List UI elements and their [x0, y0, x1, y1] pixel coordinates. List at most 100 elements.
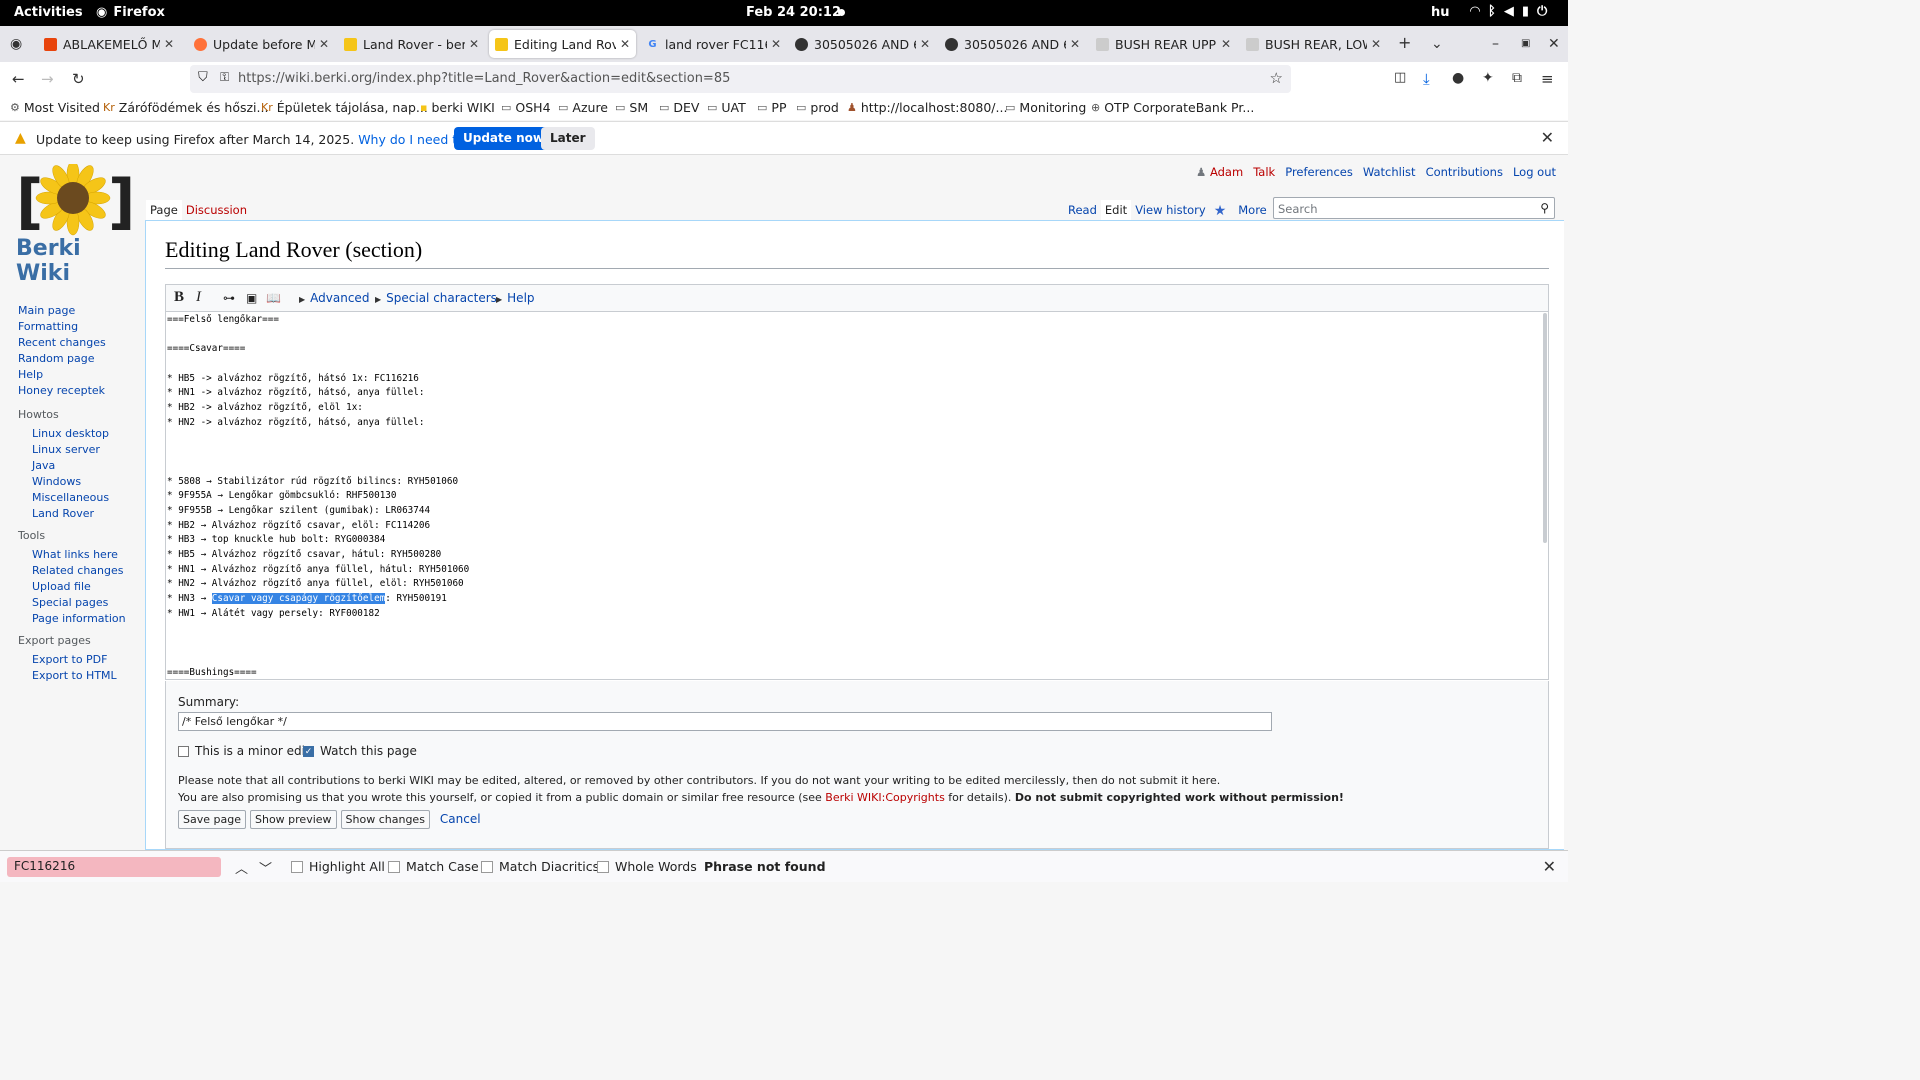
checkbox-unchecked[interactable] — [597, 860, 609, 873]
sidebar-item-special-pages[interactable]: Special pages — [18, 595, 126, 611]
match-diacritics-checkbox[interactable]: Match Diacritics — [481, 859, 599, 874]
pocket-icon[interactable]: ◫ — [1394, 70, 1406, 85]
wikitext-line[interactable] — [167, 636, 1547, 651]
account-icon[interactable]: ● — [1452, 70, 1464, 86]
wikitext-line[interactable] — [167, 357, 1547, 372]
close-tab-icon[interactable]: ✕ — [164, 37, 174, 51]
find-previous-icon[interactable]: ︿ — [235, 858, 248, 877]
sidebar-item-related-changes[interactable]: Related changes — [18, 563, 126, 579]
bookmark-folder[interactable]: ▭ Monitoring — [1005, 100, 1086, 115]
wikitext-line[interactable]: * HN2 -> alvázhoz rögzítő, hátsó, anya f… — [167, 416, 1547, 431]
sidebar-item-page-information[interactable]: Page information — [18, 611, 126, 627]
watch-star-icon[interactable]: ★ — [1210, 200, 1231, 222]
new-tab-icon[interactable]: + — [1398, 33, 1411, 52]
bookmark-folder[interactable]: ▭ Azure — [558, 100, 608, 115]
wikitext-line[interactable]: * 5808 → Stabilizátor rúd rögzítő bilinc… — [167, 475, 1547, 490]
shield-icon[interactable]: ⛉ — [198, 70, 208, 85]
wikitext-line[interactable]: * HB2 → Alvázhoz rögzítő csavar, elöl: F… — [167, 519, 1547, 534]
embedded-file-icon[interactable]: ▣ — [246, 291, 257, 305]
bookmark-folder[interactable]: ▭ UAT — [707, 100, 746, 115]
sidebar-item-what-links-here[interactable]: What links here — [18, 547, 126, 563]
textarea-scrollbar[interactable] — [1543, 313, 1547, 543]
tab-page[interactable]: Page — [146, 200, 182, 220]
wikitext-line[interactable]: * HB5 -> alvázhoz rögzítő, hátsó 1x: FC1… — [167, 372, 1547, 387]
tab-8[interactable]: BUSH REAR UPPER ✕ — [1090, 30, 1237, 58]
show-changes-button[interactable]: Show changes — [340, 810, 430, 829]
wikitext-line[interactable]: * HB5 → Alvázhoz rögzítő csavar, hátul: … — [167, 548, 1547, 563]
extensions-puzzle-icon[interactable]: ⧉ — [1512, 70, 1522, 86]
sidebar-item-recent-changes[interactable]: Recent changes — [18, 335, 106, 351]
user-link[interactable]: ♟ Adam — [1196, 165, 1243, 179]
wikitext-line[interactable]: * HN1 -> alvázhoz rögzítő, hátsó, anya f… — [167, 386, 1547, 401]
wikitext-line[interactable]: * HB3 → top knuckle hub bolt: RYG000384 — [167, 533, 1547, 548]
wikitext-line[interactable]: ===Felső lengőkar=== — [167, 313, 1547, 328]
checkbox-checked-icon[interactable]: ✓ — [303, 745, 314, 757]
tab-7[interactable]: 30505026 AND 6oz ✕ — [939, 30, 1086, 58]
sidebar-item-linux-desktop[interactable]: Linux desktop — [18, 426, 109, 442]
wikitext-textarea[interactable]: ===Felső lengőkar=== ====Csavar==== * HB5 … — [167, 313, 1547, 679]
match-case-checkbox[interactable]: Match Case — [388, 859, 479, 874]
tab-3[interactable]: Land Rover - berki W ✕ — [338, 30, 485, 58]
url-text[interactable]: https://wiki.berki.org/index.php?title=L… — [238, 71, 730, 86]
app-menu[interactable]: ◉ Firefox — [96, 5, 165, 20]
wikitext-line[interactable]: ====Csavar==== — [167, 342, 1547, 357]
checkbox-unchecked[interactable] — [291, 860, 303, 873]
bookmark-folder[interactable]: ▭ prod — [796, 100, 839, 115]
wikitext-line[interactable]: * HN1 → Alvázhoz rögzítő anya füllel, há… — [167, 563, 1547, 578]
bookmark-berki-wiki[interactable]: ▪ berki WIKI — [420, 100, 495, 115]
search-input[interactable]: Search ⚲ — [1273, 197, 1555, 219]
toolbar-help[interactable]: ▶ Help — [496, 291, 535, 305]
sidebar-item-export-pdf[interactable]: Export to PDF — [18, 652, 117, 668]
search-icon[interactable]: ⚲ — [1540, 201, 1549, 215]
close-find-bar-icon[interactable]: ✕ — [1543, 857, 1556, 876]
tab-1[interactable]: ABLAKEMELŐ MOTO ✕ — [38, 30, 180, 58]
lock-icon[interactable]: ⚿ — [220, 70, 229, 85]
checkbox-unchecked[interactable] — [481, 860, 493, 873]
sidebar-item-java[interactable]: Java — [18, 458, 109, 474]
minimize-icon[interactable]: – — [1492, 36, 1499, 52]
close-tab-icon[interactable]: ✕ — [1070, 37, 1080, 51]
extension-icon[interactable]: ✦ — [1482, 70, 1494, 86]
list-tabs-icon[interactable]: ⌄ — [1431, 36, 1443, 52]
tab-6[interactable]: 30505026 AND 6oz ✕ — [789, 30, 936, 58]
downloads-icon[interactable]: ⤓ — [1423, 70, 1430, 88]
reload-icon[interactable]: ↻ — [72, 70, 85, 88]
watchlist-link[interactable]: Watchlist — [1363, 165, 1416, 179]
save-page-button[interactable]: Save page — [178, 810, 246, 829]
highlight-all-checkbox[interactable]: Highlight All — [291, 859, 385, 874]
forward-icon[interactable]: → — [41, 70, 54, 88]
wikitext-line[interactable]: * HW1 → Alátét vagy persely: RYF000182 — [167, 607, 1547, 622]
tab-view-history[interactable]: View history — [1131, 200, 1210, 222]
toolbar-advanced[interactable]: ▶ Advanced — [299, 291, 369, 305]
wikitext-line[interactable] — [167, 651, 1547, 666]
bookmark-folder[interactable]: ▭ OSH4 — [501, 100, 551, 115]
tab-5[interactable]: G land rover FC116216 ✕ — [640, 30, 787, 58]
sidebar-item-random-page[interactable]: Random page — [18, 351, 106, 367]
sidebar-item-export-html[interactable]: Export to HTML — [18, 668, 117, 684]
close-tab-icon[interactable]: ✕ — [319, 37, 329, 51]
wikitext-line[interactable]: * 9F955A → Lengőkar gömbcsukló: RHF50013… — [167, 489, 1547, 504]
close-window-icon[interactable]: ✕ — [1548, 36, 1560, 52]
wikitext-line[interactable]: * HN2 → Alvázhoz rögzítő anya füllel, el… — [167, 577, 1547, 592]
tab-discussion[interactable]: Discussion — [182, 200, 251, 220]
tab-edit[interactable]: Edit — [1100, 200, 1132, 222]
wiki-logo[interactable]: [ ] Berki Wi — [16, 160, 135, 286]
tab-4-active[interactable]: Editing Land Rover ( ✕ — [489, 30, 636, 58]
sidebar-item-honey-receptek[interactable]: Honey receptek — [18, 383, 106, 399]
summary-input[interactable]: /* Felső lengőkar */ — [178, 712, 1272, 731]
close-tab-icon[interactable]: ✕ — [920, 37, 930, 51]
system-tray[interactable]: ◠ ᛒ ◀ ▮ ⏻ — [1470, 4, 1547, 19]
wikitext-line[interactable]: * HN3 → Csavar vagy csapágy rögzítőelem:… — [167, 592, 1547, 607]
selected-text[interactable]: Csavar vagy csapágy rögzítőelem — [211, 593, 386, 605]
logout-link[interactable]: Log out — [1513, 165, 1556, 179]
whole-words-checkbox[interactable]: Whole Words — [597, 859, 697, 874]
bookmark-item[interactable]: Kr Épületek tájolása, nap... — [261, 100, 428, 115]
bookmark-localhost[interactable]: ♟ http://localhost:8080/... — [847, 100, 1007, 115]
sidebar-item-linux-server[interactable]: Linux server — [18, 442, 109, 458]
wikitext-line[interactable]: ====Bushings==== — [167, 666, 1547, 680]
find-input[interactable]: FC116216 — [7, 857, 221, 877]
show-preview-button[interactable]: Show preview — [249, 810, 337, 829]
maximize-icon[interactable]: ▣ — [1521, 38, 1530, 49]
bookmark-star-icon[interactable]: ☆ — [1270, 69, 1283, 87]
close-tab-icon[interactable]: ✕ — [771, 37, 781, 51]
